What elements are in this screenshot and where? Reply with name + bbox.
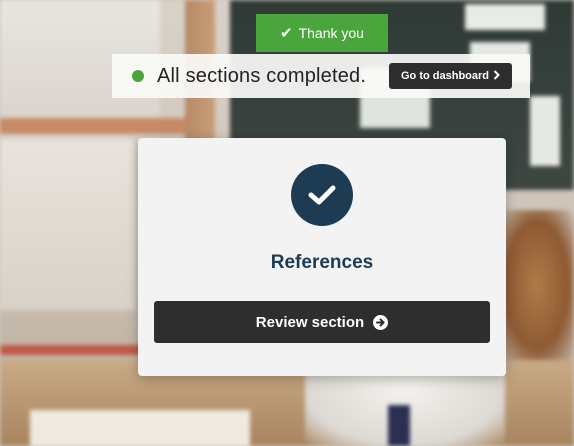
check-circle-icon — [291, 164, 353, 226]
completion-message: All sections completed. — [157, 64, 367, 87]
chevron-right-icon — [493, 69, 500, 83]
check-icon: ✔ — [280, 25, 293, 42]
section-title: References — [270, 252, 374, 273]
completion-status-bar: All sections completed. Go to dashboard — [112, 54, 530, 98]
arrow-circle-right-icon — [373, 314, 389, 330]
page: ✔ Thank you All sections completed. Go t… — [0, 0, 574, 446]
review-section-button[interactable]: Review section — [154, 301, 490, 343]
status-dot-icon — [132, 70, 144, 82]
go-to-dashboard-label: Go to dashboard — [401, 70, 489, 82]
section-card: References Review section — [138, 138, 506, 376]
go-to-dashboard-button[interactable]: Go to dashboard — [389, 63, 512, 89]
thank-you-banner: ✔ Thank you — [256, 14, 388, 52]
thank-you-label: Thank you — [298, 25, 364, 41]
review-section-label: Review section — [255, 313, 365, 331]
